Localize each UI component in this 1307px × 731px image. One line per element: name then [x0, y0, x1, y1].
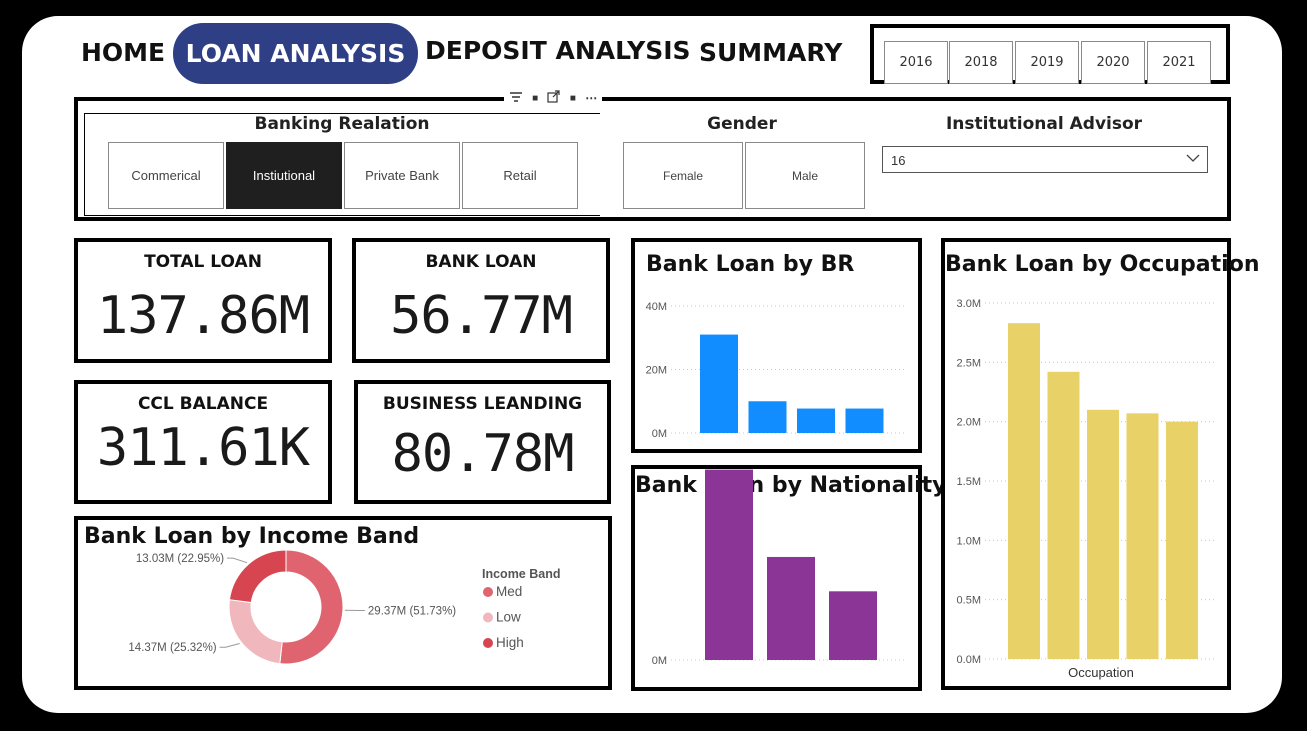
donut-data-label: 29.37M (51.73%)	[368, 606, 456, 618]
kpi-business-lending: BUSINESS LEANDING 80.78M	[354, 380, 611, 504]
br-bar-chart: 0M 20M 40M	[646, 301, 907, 440]
donut-data-label: 14.37M (25.32%)	[128, 642, 216, 654]
br-chart-card: Bank Loan by BR 0M 20M 40M	[631, 238, 922, 453]
donut-slice[interactable]	[279, 549, 344, 665]
y-tick-label: 0.5M	[957, 595, 981, 607]
y-tick-label: 1.0M	[957, 535, 981, 547]
institutional-advisor-dropdown[interactable]: 16	[882, 146, 1208, 173]
nationality-chart-card: Bank Loan by Nationality 0M20M	[631, 465, 947, 691]
year-button-2021[interactable]: 2021	[1147, 41, 1211, 84]
br-option-institutional[interactable]: Instiutional	[226, 142, 342, 209]
institutional-advisor-title: Institutional Advisor	[945, 114, 1143, 134]
separator-dot-icon: ■	[532, 92, 539, 104]
bar[interactable]	[705, 469, 753, 660]
banking-relation-title: Banking Realation	[254, 114, 430, 134]
br-option-retail[interactable]: Retail	[462, 142, 578, 209]
y-tick-label: 0M	[652, 428, 667, 440]
y-tick-label: 3.0M	[957, 298, 981, 310]
occupation-chart-card: Bank Loan by Occupation 0.0M 0.5M 1.0M 1.5M…	[941, 238, 1260, 690]
chevron-down-icon	[1185, 150, 1201, 169]
y-tick-label: 2.5M	[957, 357, 981, 369]
bar[interactable]	[1166, 421, 1198, 659]
legend-marker	[483, 587, 493, 597]
dropdown-value: 16	[891, 153, 906, 168]
gender-title: Gender	[707, 114, 777, 134]
bar[interactable]	[767, 556, 815, 660]
leader-line	[227, 557, 248, 564]
gender-option-male[interactable]: Male	[745, 142, 865, 209]
income-band-donut-chart: 29.37M (51.73%) 14.37M (25.32%) 13.03M (22…	[128, 549, 561, 665]
kpi-value: 311.61K	[96, 418, 310, 478]
legend-marker	[483, 638, 493, 648]
gender-option-female[interactable]: Female	[623, 142, 743, 209]
visual-toolbar: ■ ■ ⋯	[504, 88, 602, 108]
nationality-bar-chart: 0M20M	[652, 469, 907, 667]
legend-item[interactable]: High	[496, 635, 524, 650]
kpi-value: 137.86M	[96, 286, 310, 346]
y-tick-label: 0.0M	[957, 654, 981, 666]
kpi-label: BANK LOAN	[425, 252, 537, 272]
donut-slice[interactable]	[228, 549, 287, 604]
year-slicer: 2016 2018 2019 2020 2021	[870, 24, 1230, 84]
kpi-label: BUSINESS LEANDING	[382, 394, 583, 414]
kpi-total-loan: TOTAL LOAN 137.86M	[74, 238, 332, 363]
nav-deposit-analysis[interactable]: DEPOSIT ANALYSIS	[425, 36, 691, 65]
separator-dot-icon: ■	[569, 92, 576, 104]
legend-item[interactable]: Med	[496, 584, 522, 599]
leader-line	[219, 642, 240, 648]
kpi-label: CCL BALANCE	[137, 394, 269, 414]
kpi-value: 80.78M	[391, 424, 575, 484]
bar[interactable]	[1126, 413, 1159, 659]
more-options-icon[interactable]: ⋯	[585, 91, 597, 105]
legend-marker	[483, 612, 493, 623]
nav-summary[interactable]: SUMMARY	[699, 38, 842, 67]
donut-slice[interactable]	[228, 599, 283, 665]
x-axis-label: Occupation	[1068, 665, 1134, 680]
occupation-bar-chart: 0.0M 0.5M 1.0M 1.5M 2.0M 2.5M 3.0M Occupation	[957, 298, 1217, 680]
nav-loan-analysis[interactable]: LOAN ANALYSIS	[173, 23, 418, 84]
year-button-2019[interactable]: 2019	[1015, 41, 1079, 84]
bar[interactable]	[700, 334, 738, 433]
bar[interactable]	[797, 408, 835, 433]
y-tick-label: 0M	[652, 655, 667, 667]
y-tick-label: 1.5M	[957, 476, 981, 488]
y-tick-label: 20M	[646, 365, 667, 377]
bar[interactable]	[1087, 409, 1119, 659]
filter-icon[interactable]	[509, 91, 523, 106]
kpi-ccl-balance: CCL BALANCE 311.61K	[74, 380, 332, 504]
br-option-private-bank[interactable]: Private Bank	[344, 142, 460, 209]
legend-title: Income Band	[482, 567, 561, 581]
y-tick-label: 2.0M	[957, 417, 981, 429]
bar[interactable]	[748, 401, 787, 433]
kpi-bank-loan: BANK LOAN 56.77M	[352, 238, 610, 363]
y-tick-label: 40M	[646, 301, 667, 313]
donut-data-label: 13.03M (22.95%)	[136, 553, 224, 565]
year-button-2018[interactable]: 2018	[949, 41, 1013, 84]
bar[interactable]	[845, 408, 884, 433]
legend-item[interactable]: Low	[496, 610, 521, 625]
bar[interactable]	[829, 591, 877, 660]
year-button-2016[interactable]: 2016	[884, 41, 948, 84]
kpi-value: 56.77M	[390, 286, 573, 346]
kpi-label: TOTAL LOAN	[144, 252, 262, 272]
br-option-commercial[interactable]: Commerical	[108, 142, 224, 209]
income-band-chart-card: Bank Loan by Income Band 29.37M (51.73%)…	[74, 516, 612, 690]
bar[interactable]	[1047, 371, 1080, 659]
focus-mode-icon[interactable]	[547, 90, 561, 106]
nav-home[interactable]: HOME	[81, 38, 165, 67]
bar[interactable]	[1008, 323, 1040, 659]
year-button-2020[interactable]: 2020	[1081, 41, 1145, 84]
